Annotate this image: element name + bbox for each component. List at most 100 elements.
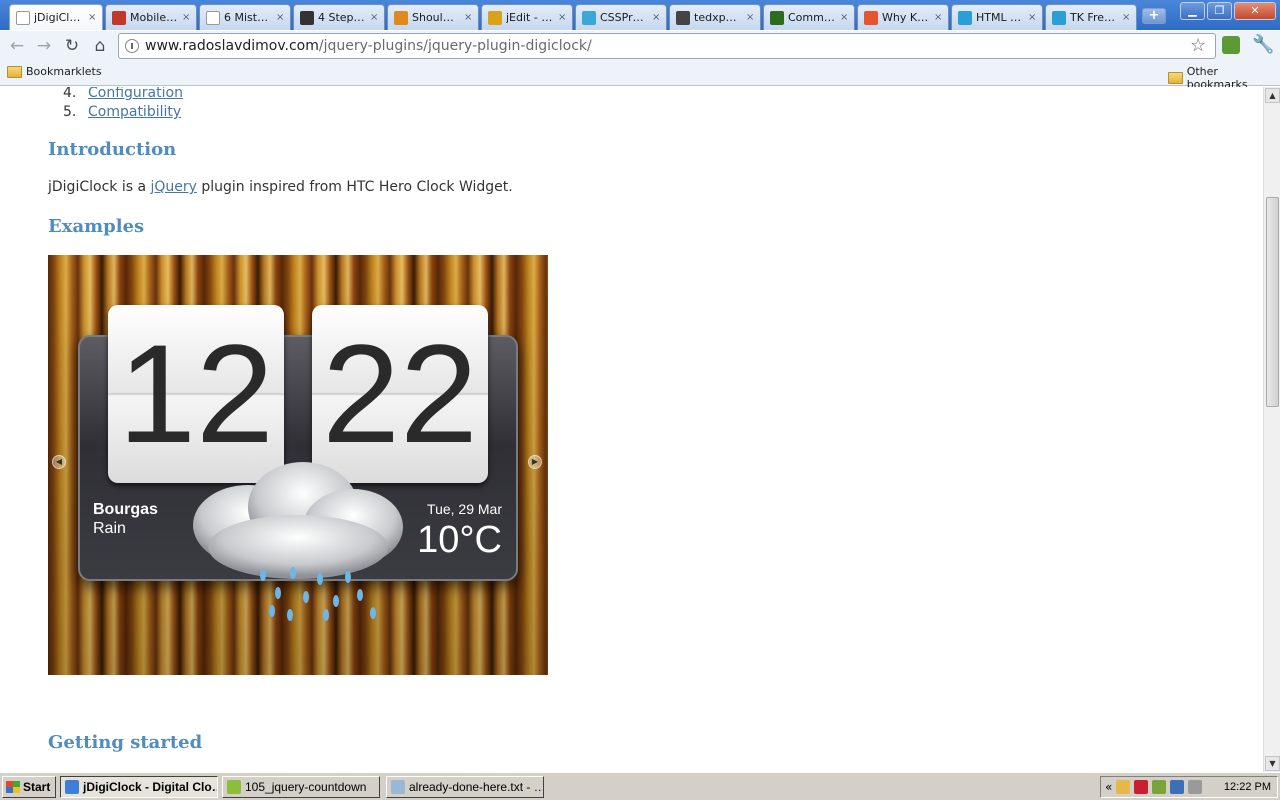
tab-title: Shoul…	[412, 11, 454, 24]
windows-logo-icon	[6, 781, 20, 793]
tab-title: jEdit - …	[506, 11, 553, 24]
url-host: www.radoslavdimov.com	[145, 38, 319, 54]
tab-close-icon[interactable]: ×	[1122, 12, 1132, 23]
tab-title: 4 Step…	[318, 11, 365, 24]
taskbar-app-icon	[65, 780, 79, 794]
tray-monitor-icon[interactable]	[1170, 780, 1185, 794]
intro-text-end: plugin inspired from HTC Hero Clock Widg…	[196, 179, 513, 195]
window-controls: ▁ ❐ ✕	[1180, 2, 1276, 20]
toc-number: 5.	[63, 104, 77, 120]
tab-title: Comm…	[788, 11, 835, 24]
minimize-button[interactable]: ▁	[1180, 2, 1205, 20]
taskbar-clock[interactable]: 12:22 PM	[1224, 781, 1271, 793]
browser-tab[interactable]: tedxp… ×	[669, 4, 761, 30]
back-icon[interactable]: ←	[6, 35, 28, 57]
tedx-favicon	[676, 10, 690, 25]
scroll-thumb[interactable]	[1266, 197, 1279, 407]
taskbar-item[interactable]: jDigiClock - Digital Clo…	[60, 776, 218, 798]
address-bar[interactable]: www.radoslavdimov.com/jquery-plugins/jqu…	[118, 33, 1216, 59]
maximize-button[interactable]: ❐	[1207, 2, 1232, 20]
volume-icon[interactable]	[1188, 780, 1203, 794]
tab-close-icon[interactable]: ×	[464, 12, 474, 23]
tab-close-icon[interactable]: ×	[558, 12, 568, 23]
browser-tab[interactable]: HTML … ×	[951, 4, 1043, 30]
intro-paragraph: jDigiClock is a jQuery plugin inspired f…	[48, 179, 513, 195]
scroll-up-icon[interactable]: ▲	[1265, 88, 1280, 103]
page-info-icon[interactable]	[125, 39, 139, 53]
tab-close-icon[interactable]: ×	[276, 12, 286, 23]
new-tab-button[interactable]: +	[1142, 8, 1166, 24]
tab-close-icon[interactable]: ×	[182, 12, 192, 23]
page-content: 4. Configuration 5. Compatibility Introduc…	[0, 87, 1263, 772]
start-label: Start	[23, 780, 51, 794]
url-text[interactable]: www.radoslavdimov.com/jquery-plugins/jqu…	[145, 38, 592, 54]
bookmark-star-icon[interactable]: ☆	[1190, 35, 1206, 56]
rain-cloud-icon	[193, 462, 403, 621]
browser-tab[interactable]: TK Fre… ×	[1045, 4, 1137, 30]
tray-network-icon[interactable]	[1152, 780, 1167, 794]
jquery-link[interactable]: jQuery	[150, 179, 196, 195]
browser-tab[interactable]: jDigiCl… ×	[9, 4, 103, 30]
tray-m-icon[interactable]	[1134, 780, 1149, 794]
tab-close-icon[interactable]: ×	[88, 12, 98, 23]
wrench-menu-icon[interactable]: 🔧	[1252, 34, 1274, 55]
clock-widget-example: ◀ ▶ 12 22 Bourgas Rain Tue, 29 Mar 10°C	[48, 255, 548, 675]
examples-heading: Examples	[48, 216, 145, 237]
prev-arrow-icon[interactable]: ◀	[52, 455, 66, 469]
toc-link-configuration[interactable]: Configuration	[88, 87, 183, 101]
start-button[interactable]: Start	[2, 776, 56, 798]
browser-tab[interactable]: 4 Step… ×	[293, 4, 385, 30]
tab-title: jDigiCl…	[34, 11, 81, 24]
taskbar-app-icon	[227, 780, 241, 794]
tk-favicon	[1052, 10, 1066, 25]
tab-title: 6 Mist…	[224, 11, 269, 24]
page-action-icon[interactable]	[1222, 36, 1240, 54]
browser-tab[interactable]: Mobile… ×	[105, 4, 197, 30]
toc-item: 5. Compatibility	[63, 104, 183, 123]
next-arrow-icon[interactable]: ▶	[528, 455, 542, 469]
toc-link-compatibility[interactable]: Compatibility	[88, 104, 181, 120]
browser-tab[interactable]: CSSPr… ×	[575, 4, 667, 30]
tab-close-icon[interactable]: ×	[1028, 12, 1038, 23]
tab-close-icon[interactable]: ×	[746, 12, 756, 23]
weather-condition: Rain	[93, 520, 126, 537]
bookmark-folder-bookmarklets[interactable]: Bookmarklets	[7, 65, 102, 78]
taskbar-item-label: jDigiClock - Digital Clo…	[83, 780, 218, 794]
tab-close-icon[interactable]: ×	[840, 12, 850, 23]
tab-close-icon[interactable]: ×	[934, 12, 944, 23]
tab-title: TK Fre…	[1070, 11, 1116, 24]
i-favicon	[582, 10, 596, 25]
tray-app-icon[interactable]	[1116, 780, 1131, 794]
tab-title: Mobile…	[130, 11, 178, 24]
comm-favicon	[770, 10, 784, 25]
browser-tab[interactable]: Why K… ×	[857, 4, 949, 30]
browser-tab[interactable]: Comm… ×	[763, 4, 855, 30]
getting-started-heading: Getting started	[48, 732, 203, 753]
browser-toolbar: ← → ↻ ⌂ www.radoslavdimov.com/jquery-plu…	[0, 30, 1280, 60]
browser-tab[interactable]: Shoul… ×	[387, 4, 479, 30]
close-window-button[interactable]: ✕	[1234, 2, 1276, 20]
bookmark-label: Bookmarklets	[26, 65, 102, 78]
url-path: /jquery-plugins/jquery-plugin-digiclock/	[318, 38, 592, 54]
vertical-scrollbar[interactable]: ▲ ▼	[1263, 87, 1280, 772]
tray-collapse-icon[interactable]: «	[1105, 780, 1112, 794]
tab-close-icon[interactable]: ×	[370, 12, 380, 23]
reload-icon[interactable]: ↻	[61, 35, 83, 57]
forward-icon[interactable]: →	[33, 35, 55, 57]
scroll-down-icon[interactable]: ▼	[1265, 756, 1280, 771]
taskbar-item-label: 105_jquery-countdown	[245, 780, 367, 794]
taskbar-item[interactable]: 105_jquery-countdown	[222, 776, 380, 798]
taskbar-item[interactable]: already-done-here.txt - …	[386, 776, 544, 798]
page-icon	[206, 10, 220, 25]
tab-title: tedxp…	[694, 11, 737, 24]
toc-item: 4. Configuration	[63, 87, 183, 104]
tab-close-icon[interactable]: ×	[652, 12, 662, 23]
browser-tab[interactable]: 6 Mist… ×	[199, 4, 291, 30]
tab-title: HTML …	[976, 11, 1022, 24]
html-favicon	[958, 10, 972, 25]
home-icon[interactable]: ⌂	[89, 35, 111, 57]
taskbar-item-label: already-done-here.txt - …	[409, 780, 544, 794]
system-tray: « 12:22 PM	[1100, 776, 1278, 798]
browser-tab[interactable]: jEdit - … ×	[481, 4, 573, 30]
bookmark-favicon	[394, 10, 408, 25]
